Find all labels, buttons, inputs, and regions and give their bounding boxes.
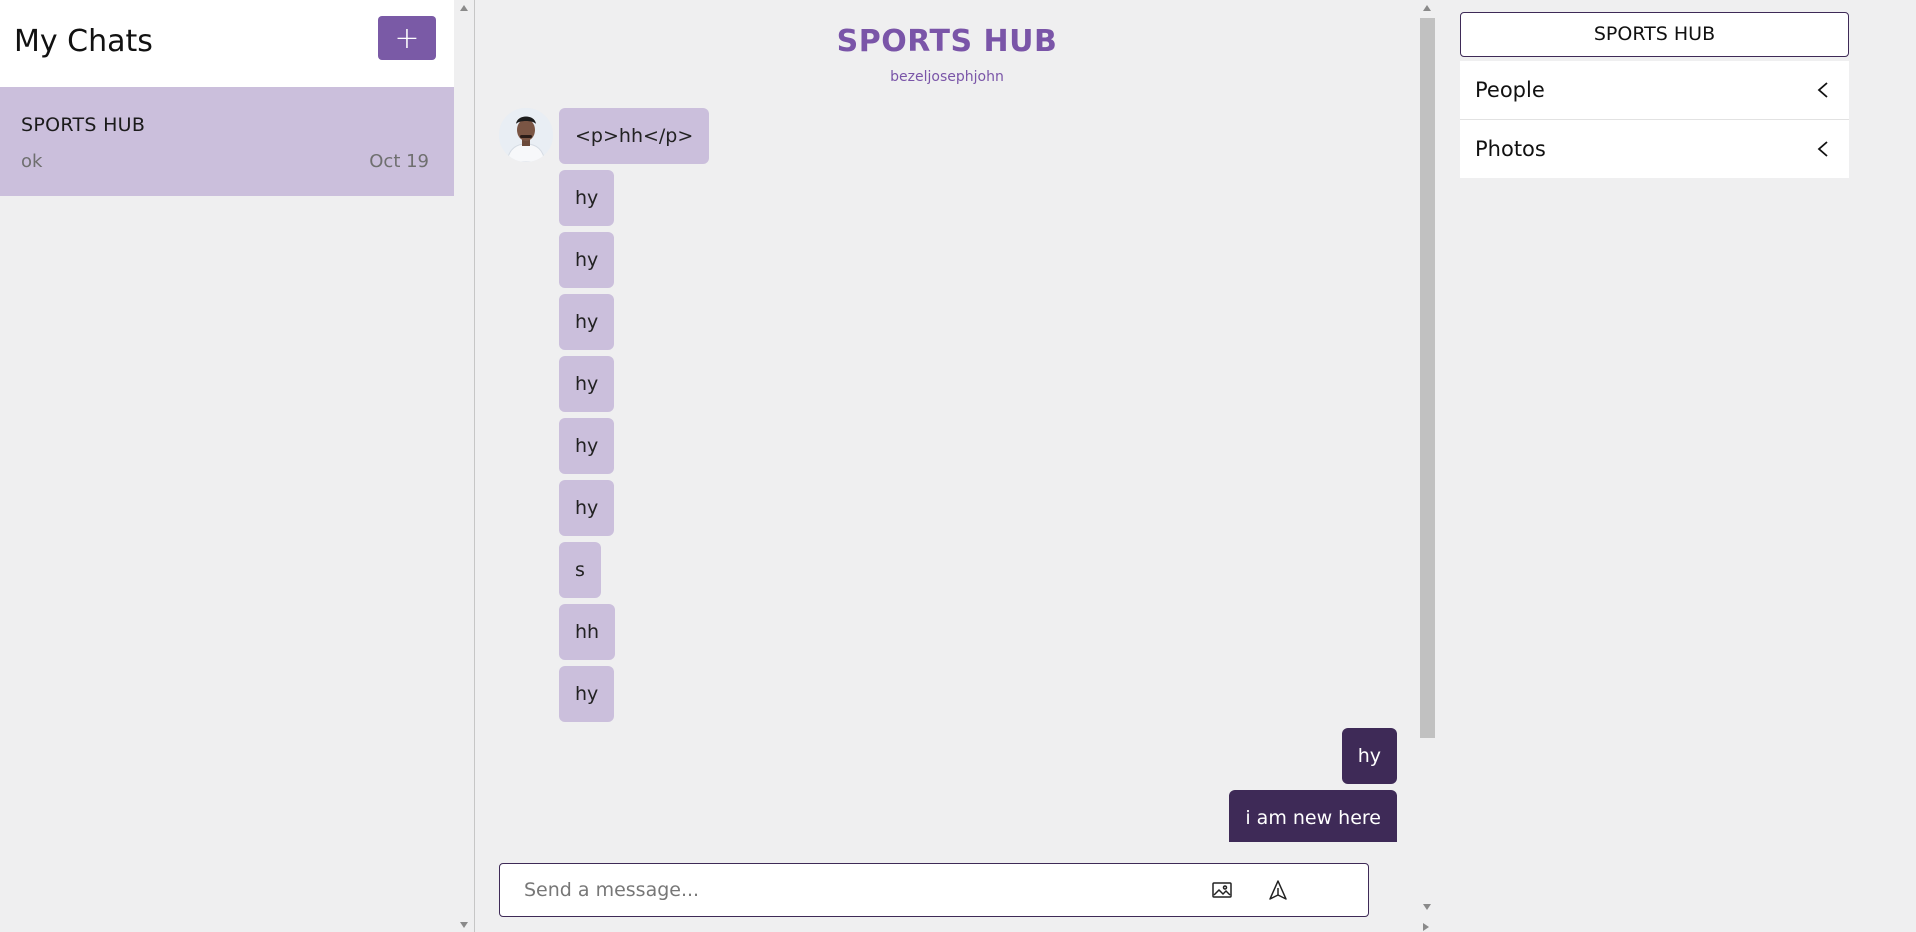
scroll-down-icon[interactable]	[1423, 904, 1431, 910]
avatar[interactable]	[499, 108, 553, 162]
sidebar-title: My Chats	[14, 24, 153, 59]
new-chat-button[interactable]: +	[378, 16, 436, 60]
chat-item-last-message: ok	[21, 151, 43, 172]
chat-details-panel: SPORTS HUB People Photos	[1437, 0, 1916, 932]
incoming-message: hy	[559, 418, 615, 474]
image-icon[interactable]	[1210, 878, 1234, 902]
scroll-down-icon[interactable]	[460, 922, 468, 928]
scroll-right-icon[interactable]	[1423, 923, 1429, 931]
send-icon[interactable]	[1266, 878, 1290, 902]
message-input-box[interactable]: Send a message...	[499, 863, 1369, 917]
incoming-message: hh	[559, 604, 616, 660]
chat-subtitle: bezeljosephjohn	[890, 69, 1004, 85]
incoming-message: hy	[559, 666, 615, 722]
incoming-message: hy	[559, 480, 615, 536]
chat-list-item[interactable]: SPORTS HUB ok Oct 19	[0, 87, 454, 196]
photos-section[interactable]: Photos	[1460, 120, 1849, 178]
incoming-message: <p>hh</p>	[559, 108, 710, 164]
sidebar-scrollbar[interactable]	[454, 0, 474, 932]
sidebar-header: My Chats +	[0, 0, 454, 87]
chevron-left-icon[interactable]	[1813, 138, 1835, 160]
group-name-field[interactable]: SPORTS HUB	[1460, 12, 1849, 57]
incoming-message: hy	[559, 356, 615, 412]
chat-scrollbar[interactable]	[1417, 0, 1437, 932]
photos-section-label: Photos	[1475, 137, 1546, 161]
incoming-message: s	[559, 542, 601, 598]
message-input[interactable]: Send a message...	[524, 864, 699, 916]
outgoing-message: hy	[1341, 728, 1397, 784]
chat-sidebar: My Chats + SPORTS HUB ok Oct 19	[0, 0, 454, 932]
chat-title: SPORTS HUB	[836, 24, 1058, 59]
incoming-message: hy	[559, 170, 615, 226]
incoming-message: hy	[559, 294, 615, 350]
outgoing-message: i am new here	[1229, 790, 1397, 842]
scroll-thumb[interactable]	[1420, 18, 1435, 738]
scroll-up-icon[interactable]	[1423, 5, 1431, 11]
chat-panel: SPORTS HUB bezeljosephjohn <p>hh</p> hy …	[474, 0, 1438, 932]
chevron-left-icon[interactable]	[1813, 79, 1835, 101]
people-section-label: People	[1475, 78, 1545, 102]
incoming-message: hy	[559, 232, 615, 288]
people-section[interactable]: People	[1460, 61, 1849, 119]
scroll-up-icon[interactable]	[460, 5, 468, 11]
chat-item-name: SPORTS HUB	[21, 114, 146, 136]
chat-item-date: Oct 19	[369, 151, 429, 172]
